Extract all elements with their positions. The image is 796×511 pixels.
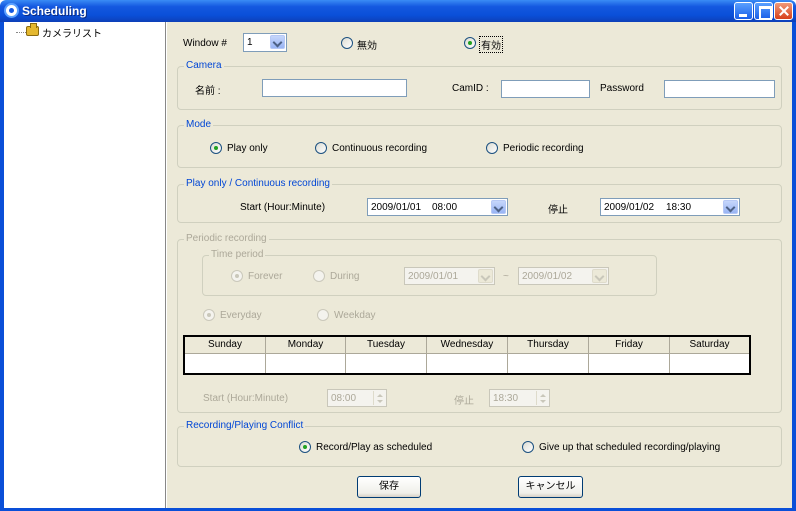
camid-input[interactable]: [501, 80, 590, 98]
periodic-stop-label: 停止: [454, 396, 474, 407]
during-to-select[interactable]: 2009/01/02: [518, 267, 609, 285]
password-label: Password: [600, 83, 644, 94]
mode-continuous-radio[interactable]: [315, 142, 327, 154]
maximize-button[interactable]: [754, 2, 773, 20]
everyday-radio[interactable]: [203, 309, 215, 321]
periodic-recording-group-title: Periodic recording: [184, 233, 269, 244]
app-icon: [4, 3, 19, 18]
enabled-label: 有効: [479, 36, 503, 53]
enabled-radio[interactable]: [464, 37, 476, 49]
weekday-header-tuesday: Tuesday: [346, 337, 427, 354]
weekday-header-saturday: Saturday: [689, 339, 730, 350]
window-frame-right: [792, 22, 796, 511]
camera-name-input[interactable]: [262, 79, 407, 97]
mode-group: Mode: [177, 119, 782, 168]
play-stop-datetime-select[interactable]: 2009/01/02 18:30: [600, 198, 740, 216]
play-start-date: 2009/01/01: [371, 202, 422, 213]
weekday-cell-friday[interactable]: [589, 354, 670, 373]
play-stop-time: 18:30: [666, 202, 692, 213]
main-panel: Window # 1 無効 有効 Camera 名前 : CamID : Pas…: [167, 22, 792, 508]
window-number-select[interactable]: 1: [243, 33, 287, 52]
password-input[interactable]: [664, 80, 775, 98]
weekday-radio[interactable]: [317, 309, 329, 321]
forever-radio[interactable]: [231, 270, 243, 282]
chevron-down-icon[interactable]: [478, 269, 493, 283]
weekday-cell-tuesday[interactable]: [346, 354, 427, 373]
play-stop-label: 停止: [548, 205, 568, 216]
window-number-label: Window #: [183, 38, 227, 49]
periodic-start-value: 08:00: [331, 393, 357, 404]
conflict-give-up-radio[interactable]: [522, 441, 534, 453]
mode-play-only-radio[interactable]: [210, 142, 222, 154]
folder-icon: [26, 23, 39, 36]
during-label: During: [330, 271, 360, 282]
close-button[interactable]: [774, 2, 793, 20]
mode-periodic-label: Periodic recording: [503, 143, 584, 154]
chevron-down-icon[interactable]: [723, 200, 738, 214]
play-start-datetime-select[interactable]: 2009/01/01 08:00: [367, 198, 508, 216]
mode-play-only-label: Play only: [227, 143, 268, 154]
weekday-header-friday: Friday: [589, 337, 670, 354]
chevron-down-icon[interactable]: [592, 269, 607, 283]
weekday-table-header: Sunday Monday Tuesday Wednesday Thursday…: [185, 337, 749, 354]
chevron-down-icon[interactable]: [491, 200, 506, 214]
chevron-down-icon[interactable]: [270, 35, 285, 49]
minimize-button[interactable]: [734, 2, 753, 20]
window-number-value: 1: [247, 37, 253, 48]
periodic-stop-value: 18:30: [493, 393, 519, 404]
window-title: Scheduling: [22, 4, 87, 18]
camid-label: CamID :: [452, 83, 489, 94]
time-period-group-title: Time period: [209, 249, 266, 260]
during-radio[interactable]: [313, 270, 325, 282]
weekday-cell-sunday[interactable]: [185, 354, 266, 373]
weekday-table: Sunday Monday Tuesday Wednesday Thursday…: [183, 335, 751, 375]
tree-connector-line: [16, 32, 26, 33]
save-button[interactable]: 保存: [357, 476, 421, 498]
mode-continuous-label: Continuous recording: [332, 143, 428, 154]
spinner-arrows-icon[interactable]: [536, 391, 548, 405]
play-continuous-group-title: Play only / Continuous recording: [184, 178, 332, 189]
during-to-value: 2009/01/02: [522, 271, 573, 282]
weekday-header-sunday: Sunday: [185, 337, 266, 354]
cancel-button[interactable]: キャンセル: [518, 476, 583, 498]
spinner-arrows-icon[interactable]: [373, 391, 385, 405]
during-range-tilde: ~: [503, 271, 509, 282]
play-start-time: 08:00: [432, 202, 458, 213]
tree-item-camera-list[interactable]: カメラリスト: [42, 25, 102, 40]
conflict-give-up-label: Give up that scheduled recording/playing: [539, 442, 721, 453]
disabled-radio[interactable]: [341, 37, 353, 49]
conflict-group-title: Recording/Playing Conflict: [184, 420, 306, 431]
everyday-label: Everyday: [220, 310, 262, 321]
during-from-select[interactable]: 2009/01/01: [404, 267, 495, 285]
mode-periodic-radio[interactable]: [486, 142, 498, 154]
weekday-label: Weekday: [334, 310, 376, 321]
weekday-cell-monday[interactable]: [266, 354, 346, 373]
play-start-label: Start (Hour:Minute): [240, 202, 326, 213]
periodic-start-spinner[interactable]: 08:00: [327, 389, 387, 407]
title-bar: Scheduling: [0, 0, 796, 22]
weekday-cell-wednesday[interactable]: [427, 354, 508, 373]
periodic-stop-spinner[interactable]: 18:30: [489, 389, 550, 407]
periodic-start-label: Start (Hour:Minute): [203, 393, 289, 404]
weekday-header-thursday: Thursday: [508, 337, 589, 354]
camera-name-label: 名前 :: [195, 86, 221, 97]
conflict-scheduled-radio[interactable]: [299, 441, 311, 453]
during-from-value: 2009/01/01: [408, 271, 459, 282]
weekday-cell-saturday[interactable]: [670, 354, 749, 373]
mode-group-title: Mode: [184, 119, 214, 130]
play-stop-date: 2009/01/02: [604, 202, 655, 213]
weekday-cell-thursday[interactable]: [508, 354, 589, 373]
camera-group-title: Camera: [184, 60, 224, 71]
weekday-header-monday: Monday: [266, 337, 346, 354]
disabled-label: 無効: [357, 41, 377, 52]
camera-tree-panel[interactable]: カメラリスト: [4, 22, 166, 508]
conflict-scheduled-label: Record/Play as scheduled: [316, 442, 433, 453]
weekday-header-wednesday: Wednesday: [427, 337, 508, 354]
forever-label: Forever: [248, 271, 283, 282]
